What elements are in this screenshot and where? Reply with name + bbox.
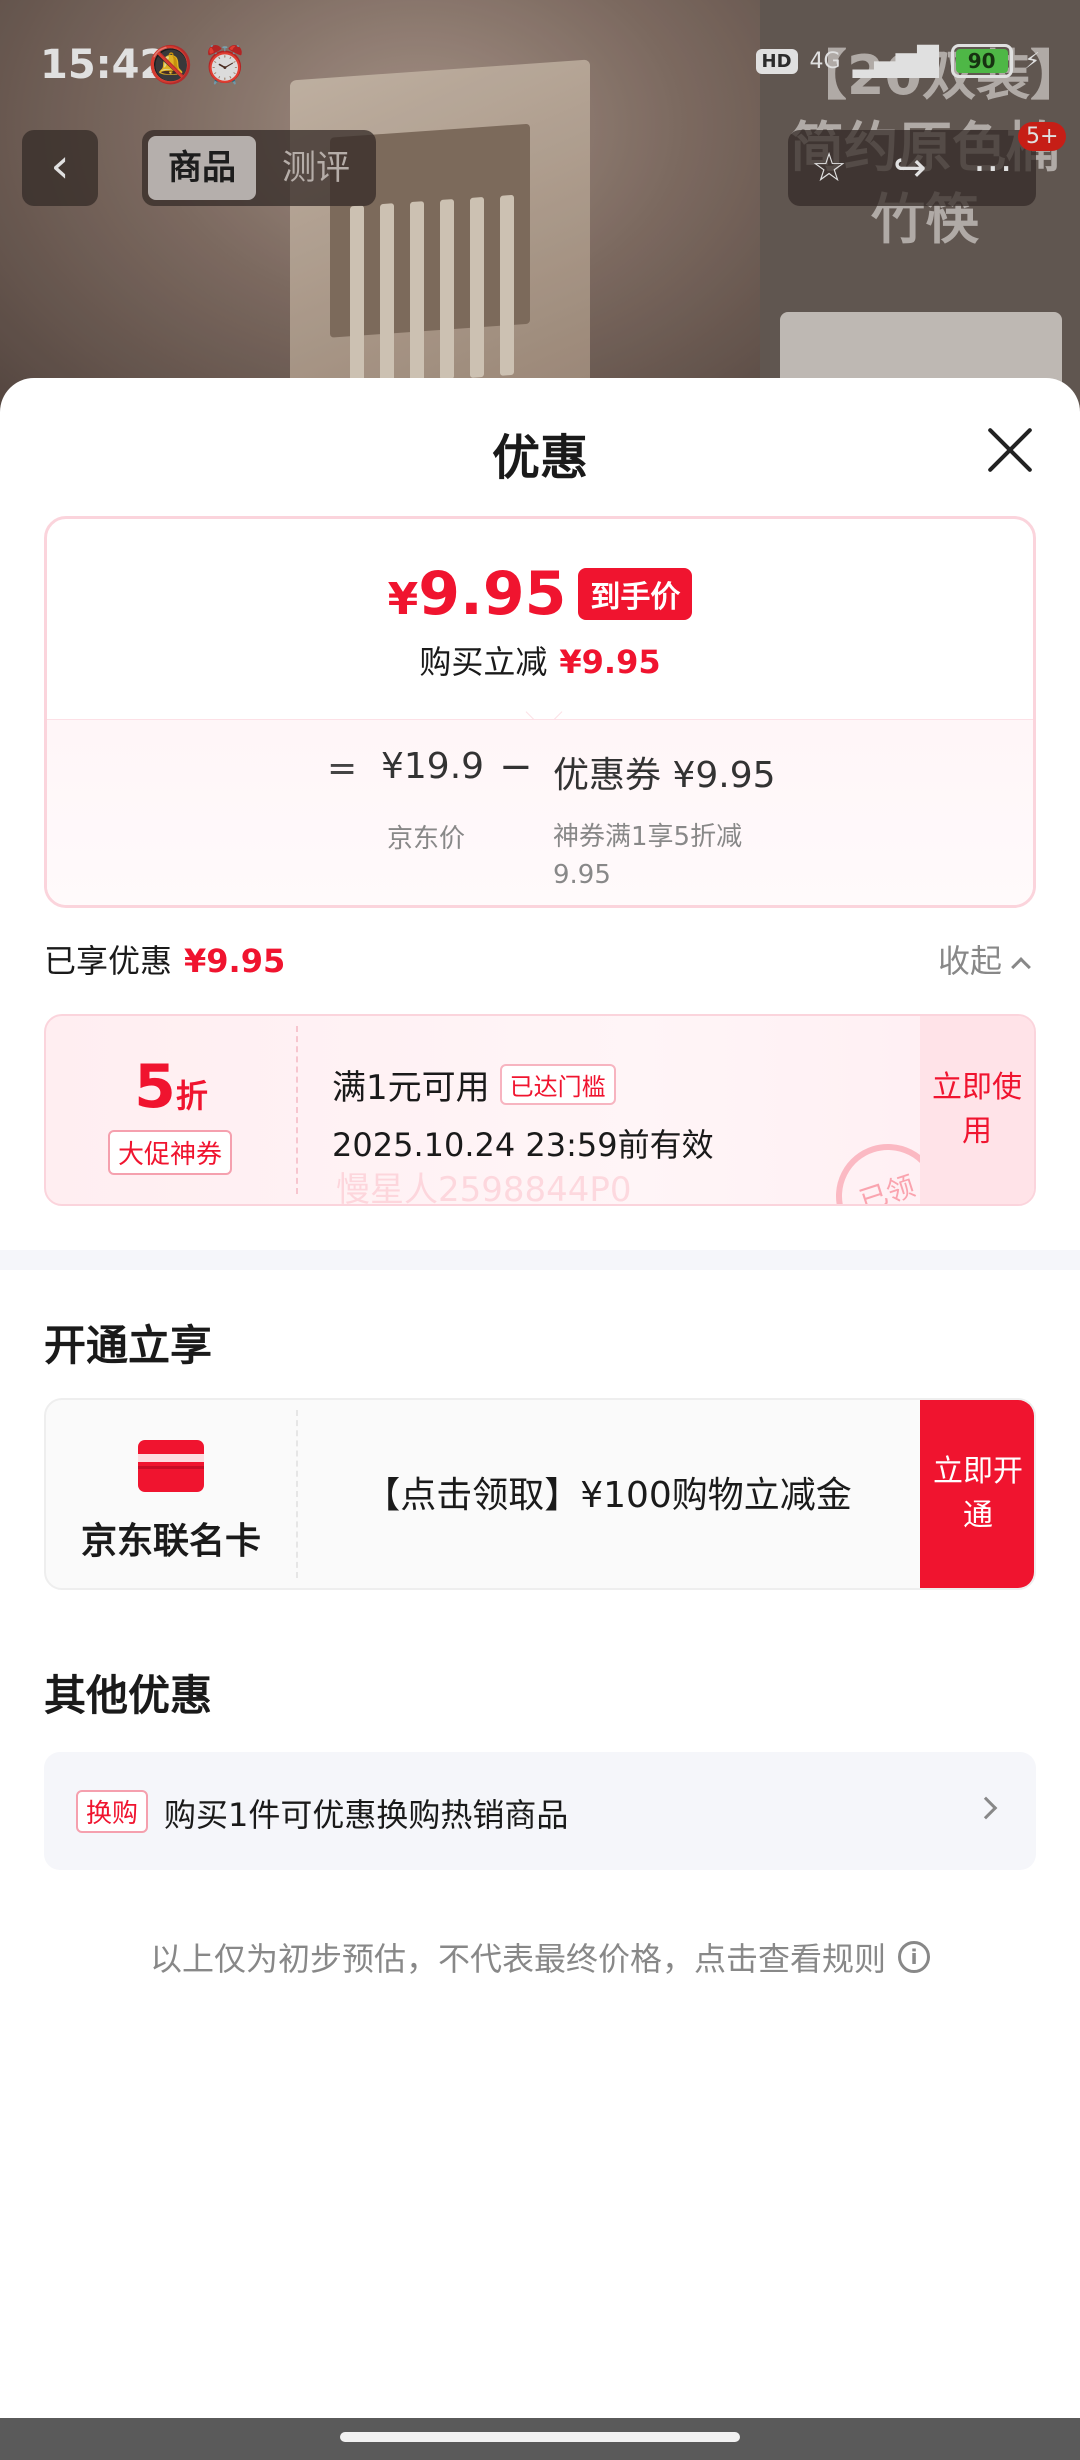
open-now-button[interactable]: 立即开通 xyxy=(920,1400,1034,1588)
coupon-amount: 优惠券 ¥9.95 xyxy=(553,755,776,796)
card-offer-description: 【点击领取】¥100购物立减金 xyxy=(364,1475,852,1516)
card-name: 京东联名卡 xyxy=(80,1521,261,1562)
open-section-title: 开通立享 xyxy=(44,1321,213,1370)
credit-card-icon xyxy=(138,1440,204,1492)
section-divider xyxy=(0,1250,1080,1270)
price-breakdown: = ¥19.9 − 优惠券 ¥9.95 京东价 神券满1享5折减9.95 xyxy=(47,719,1033,905)
coupon-card: 5折 大促神券 满1元可用 已达门槛 2025.10.24 23:59前有效 慢… xyxy=(44,1014,1036,1206)
discount-unit: 折 xyxy=(175,1077,208,1115)
chevron-right-icon xyxy=(974,1796,998,1820)
use-now-button[interactable]: 立即使用 xyxy=(920,1016,1034,1204)
dim-overlay[interactable] xyxy=(0,0,1080,420)
reduce-label: 购买立减 xyxy=(419,643,548,681)
coupon-type-badge: 大促神券 xyxy=(108,1130,233,1175)
collapse-label: 收起 xyxy=(938,942,1003,980)
home-indicator[interactable] xyxy=(340,2432,740,2442)
threshold-met-badge: 已达门槛 xyxy=(499,1064,616,1105)
disclaimer-text: 以上仅为初步预估，不代表最终价格，点击查看规则 xyxy=(149,1940,886,1978)
enjoyed-label: 已享优惠 xyxy=(44,942,173,980)
final-price: 9.95 xyxy=(418,559,567,629)
jd-price: ¥19.9 xyxy=(381,746,485,787)
collapse-toggle[interactable]: 收起 xyxy=(938,936,1031,982)
coupon-condition: 满1元可用 xyxy=(332,1068,490,1108)
reduce-amount: ¥9.95 xyxy=(559,643,661,681)
jd-price-label: 京东价 xyxy=(387,824,466,854)
discount-number: 5 xyxy=(134,1052,176,1122)
final-price-tag: 到手价 xyxy=(578,568,693,620)
info-icon: i xyxy=(898,1941,930,1973)
coupon-discount: 5折 xyxy=(46,1052,296,1122)
rules-disclaimer[interactable]: 以上仅为初步预估，不代表最终价格，点击查看规则 i xyxy=(0,1934,1080,1980)
enjoyed-amount: ¥9.95 xyxy=(184,942,286,980)
coupon-validity: 2025.10.24 23:59前有效 xyxy=(332,1126,714,1164)
trade-in-tag: 换购 xyxy=(76,1790,149,1833)
trade-in-offer-row[interactable]: 换购 购买1件可优惠换购热销商品 xyxy=(44,1752,1036,1870)
equals-sign: = xyxy=(327,748,358,789)
trade-in-text: 购买1件可优惠换购热销商品 xyxy=(164,1796,569,1834)
user-watermark: 慢星人2598844P0 xyxy=(336,1170,632,1206)
other-section-title: 其他优惠 xyxy=(44,1671,213,1720)
system-nav-bar xyxy=(0,2418,1080,2460)
coupon-description: 神券满1享5折减9.95 xyxy=(553,822,743,890)
minus-sign: − xyxy=(499,744,533,790)
price-card: ¥9.95 到手价 购买立减 ¥9.95 = ¥19.9 − 优惠券 ¥9.95 … xyxy=(44,516,1036,908)
discount-sheet: 优惠 ¥9.95 到手价 购买立减 ¥9.95 = ¥19.9 − 优惠券 ¥9.… xyxy=(0,378,1080,2418)
cobrand-card-offer[interactable]: 京东联名卡 【点击领取】¥100购物立减金 立即开通 xyxy=(44,1398,1036,1590)
close-icon[interactable] xyxy=(980,420,1040,480)
chevron-up-icon xyxy=(1011,957,1031,977)
sheet-title: 优惠 xyxy=(491,430,588,486)
enjoyed-discount: 已享优惠 ¥9.95 xyxy=(44,936,285,982)
currency-symbol: ¥ xyxy=(387,574,419,625)
